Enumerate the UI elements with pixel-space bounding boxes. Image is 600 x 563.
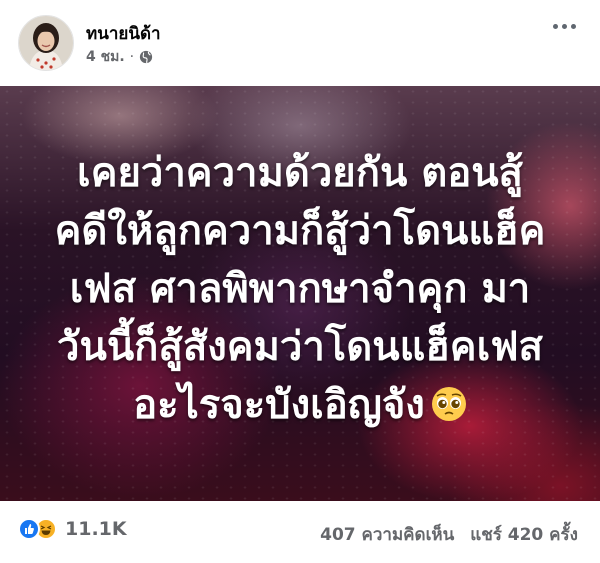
like-icon xyxy=(18,518,40,540)
shares-count[interactable]: แชร์ 420 ครั้ง xyxy=(470,521,578,548)
globe-icon[interactable] xyxy=(139,50,153,64)
reactions-count: 11.1K xyxy=(65,518,127,540)
author-name[interactable]: ทนายนิด้า xyxy=(86,20,161,47)
pleading-face-emoji xyxy=(431,387,466,421)
engagement-counts: 407 ความคิดเห็น แชร์ 420 ครั้ง xyxy=(320,521,578,548)
quote-line-last: อะไรจะบังเอิญจัง xyxy=(20,376,580,434)
post-header: ทนายนิด้า 4 ชม. · xyxy=(0,0,600,86)
comments-count[interactable]: 407 ความคิดเห็น xyxy=(320,521,454,548)
post-meta: 4 ชม. · xyxy=(86,46,153,68)
meta-separator: · xyxy=(129,49,135,65)
reactions-summary[interactable]: 11.1K xyxy=(18,518,127,540)
quote-line: เคยว่าความด้วยกัน ตอนสู้ xyxy=(77,150,523,196)
more-options-icon[interactable] xyxy=(553,24,576,29)
post-image[interactable]: เคยว่าความด้วยกัน ตอนสู้ คดีให้ลูกความก็… xyxy=(0,86,600,501)
author-avatar[interactable] xyxy=(18,15,74,71)
image-quote-text: เคยว่าความด้วยกัน ตอนสู้ คดีให้ลูกความก็… xyxy=(20,144,580,434)
post-stats: 11.1K 407 ความคิดเห็น แชร์ 420 ครั้ง xyxy=(0,501,600,563)
quote-line: วันนี้ก็สู้สังคมว่าโดนแฮ็คเฟส xyxy=(57,324,543,370)
post-time[interactable]: 4 ชม. xyxy=(86,46,125,68)
quote-line: คดีให้ลูกความก็สู้ว่าโดนแฮ็ค xyxy=(54,208,546,254)
quote-line: เฟส ศาลพิพากษาจำคุก มา xyxy=(69,266,531,312)
quote-line-text: อะไรจะบังเอิญจัง xyxy=(133,382,425,428)
